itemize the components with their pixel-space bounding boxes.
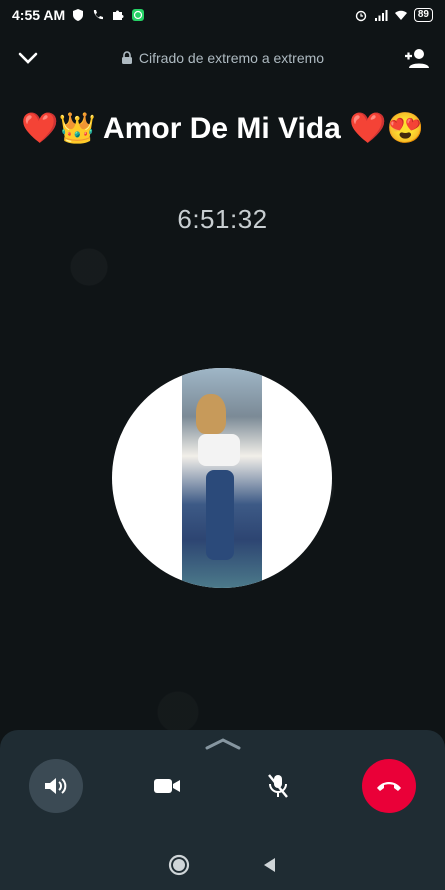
battery-level: 89	[413, 8, 433, 22]
status-bar: 4:55 AM 89	[0, 0, 445, 30]
home-nav-icon[interactable]	[168, 854, 190, 876]
caller-avatar	[112, 368, 332, 588]
expand-handle-icon[interactable]	[203, 736, 243, 752]
lock-icon	[121, 51, 132, 64]
minimize-button[interactable]	[14, 44, 42, 72]
encryption-notice: Cifrado de extremo a extremo	[121, 50, 324, 66]
status-time: 4:55 AM	[12, 7, 66, 23]
controls-row	[0, 758, 445, 814]
status-right: 89	[354, 8, 433, 22]
add-participant-button[interactable]	[403, 44, 431, 72]
back-nav-icon[interactable]	[260, 855, 278, 875]
wifi-icon	[394, 10, 407, 20]
call-controls-panel	[0, 730, 445, 890]
mic-off-icon	[268, 774, 289, 798]
avatar-photo	[182, 368, 262, 588]
photo-hair	[196, 394, 226, 434]
whatsapp-icon	[132, 9, 145, 21]
add-person-icon	[404, 49, 429, 68]
speaker-button[interactable]	[28, 759, 83, 813]
caller-name: ❤️👑 Amor De Mi Vida ❤️😍	[21, 112, 424, 145]
photo-legs	[206, 470, 234, 560]
puzzle-icon	[113, 10, 124, 20]
shield-icon	[73, 9, 84, 21]
speaker-icon	[44, 778, 66, 794]
video-button[interactable]	[140, 759, 194, 813]
call-header: Cifrado de extremo a extremo	[0, 40, 445, 76]
alarm-icon	[355, 10, 367, 22]
photo-top	[198, 434, 240, 466]
end-call-button[interactable]	[362, 759, 417, 813]
end-call-icon	[377, 782, 402, 791]
chevron-down-icon	[18, 52, 38, 64]
mute-button[interactable]	[251, 759, 305, 813]
encryption-text: Cifrado de extremo a extremo	[138, 50, 325, 66]
system-nav-bar	[0, 850, 445, 880]
phone-icon	[94, 10, 104, 20]
video-icon	[153, 779, 180, 793]
signal-icon	[374, 10, 388, 21]
status-left: 4:55 AM	[12, 7, 145, 23]
call-duration: 6:51:32	[177, 204, 268, 234]
